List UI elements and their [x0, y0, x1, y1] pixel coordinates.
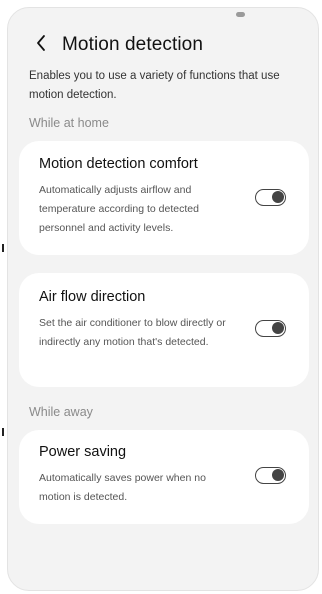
motion-detection-comfort-toggle[interactable]	[255, 189, 286, 206]
motion-detection-comfort-card[interactable]: Motion detection comfort Automatically a…	[19, 141, 309, 255]
page-description: Enables you to use a variety of function…	[29, 70, 280, 101]
power-saving-toggle[interactable]	[255, 467, 286, 484]
card-description: Automatically adjusts airflow and temper…	[39, 184, 199, 234]
air-flow-direction-card[interactable]: Air flow direction Set the air condition…	[19, 273, 309, 387]
section-header-away: While away	[29, 405, 93, 419]
edge-mark	[2, 428, 4, 436]
card-description: Set the air conditioner to blow directly…	[39, 317, 226, 348]
card-title: Air flow direction	[39, 289, 146, 305]
chevron-left-icon	[35, 34, 47, 57]
back-button[interactable]	[30, 34, 52, 56]
card-title: Motion detection comfort	[39, 156, 198, 172]
card-title: Power saving	[39, 444, 127, 460]
edge-mark	[2, 244, 4, 252]
app-screen: Motion detection Enables you to use a va…	[7, 7, 319, 591]
section-header-home: While at home	[29, 116, 109, 130]
toggle-knob	[272, 322, 284, 334]
camera-notch	[236, 12, 245, 17]
air-flow-direction-toggle[interactable]	[255, 320, 286, 337]
toggle-knob	[272, 469, 284, 481]
header: Motion detection	[30, 32, 203, 58]
card-description: Automatically saves power when no motion…	[39, 472, 206, 503]
power-saving-card[interactable]: Power saving Automatically saves power w…	[19, 430, 309, 524]
toggle-knob	[272, 191, 284, 203]
page-title: Motion detection	[62, 34, 204, 55]
